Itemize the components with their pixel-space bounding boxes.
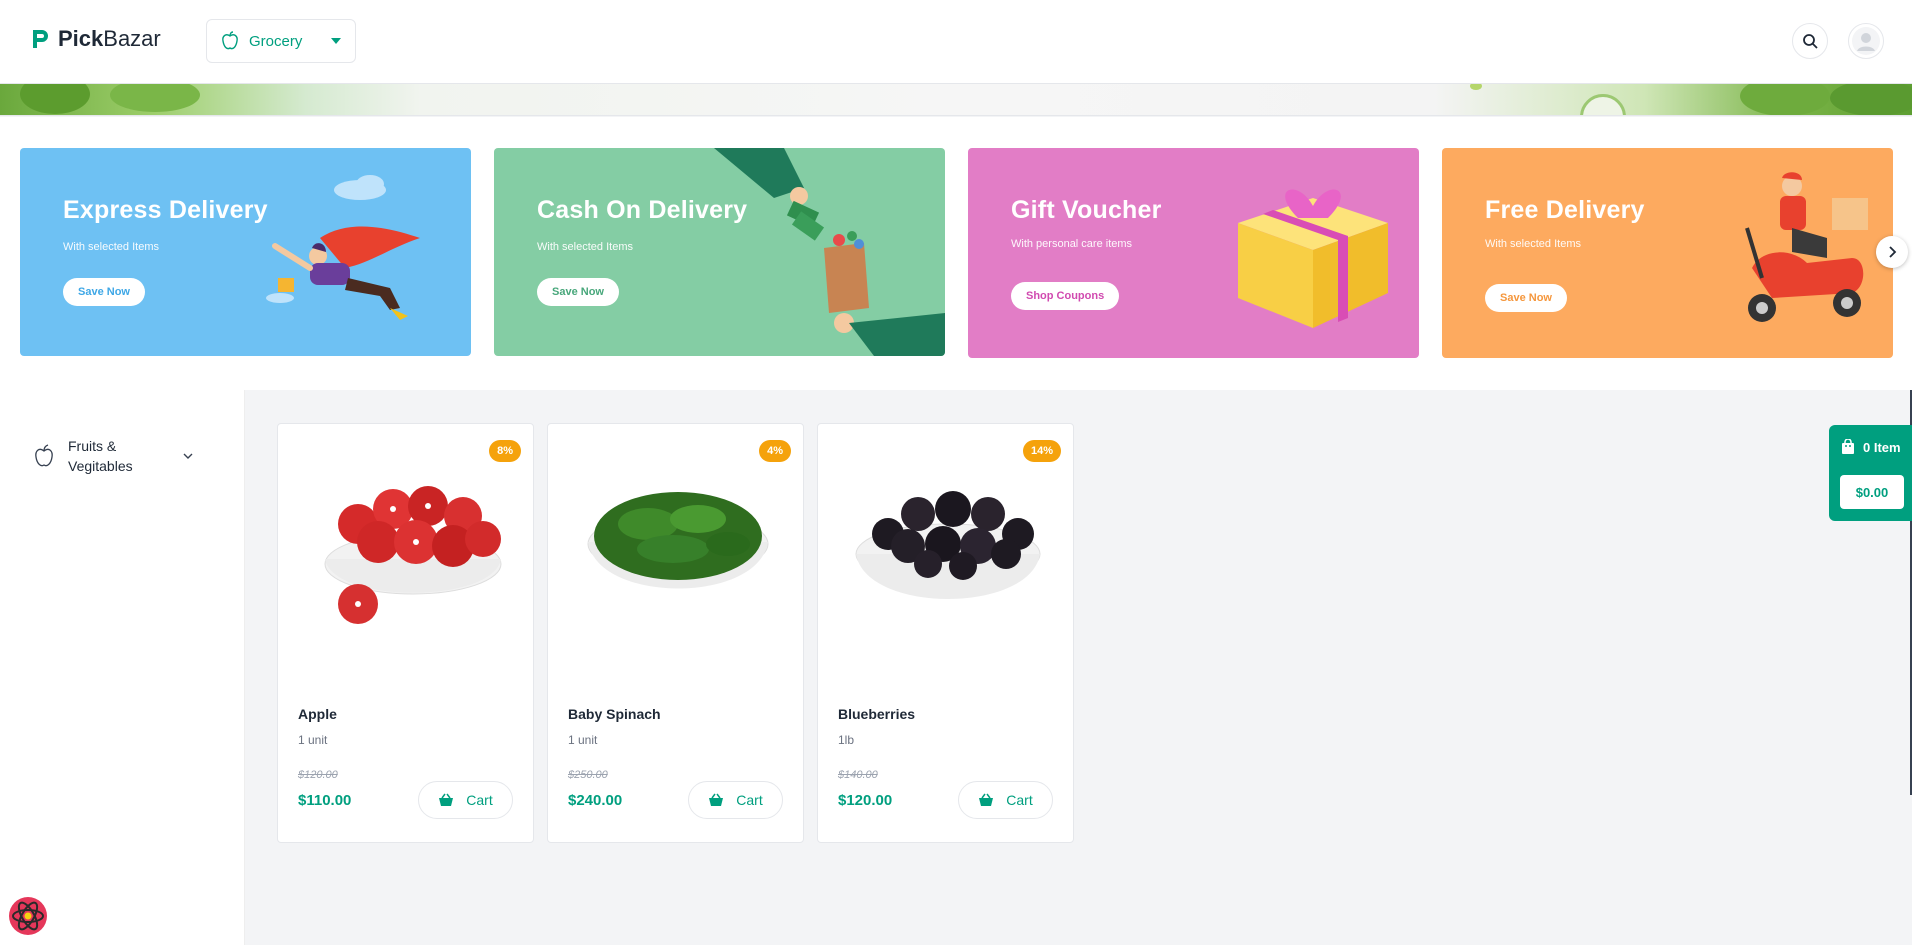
- lettuce-leaf-decoration: [20, 84, 90, 114]
- lettuce-leaf-decoration: [1830, 84, 1912, 115]
- product-card-blueberries[interactable]: 14% Blueberries 1lb $140.00 $120.00 Cart: [817, 423, 1074, 843]
- product-old-price: $120.00: [298, 769, 338, 781]
- promo-subtitle: With selected Items: [537, 241, 633, 253]
- save-now-button[interactable]: Save Now: [537, 278, 619, 306]
- promo-banner-gift-voucher[interactable]: Gift Voucher With personal care items Sh…: [968, 148, 1419, 358]
- lettuce-leaf-decoration: [110, 84, 200, 112]
- product-unit: 1 unit: [568, 733, 598, 747]
- cart-button-label: Cart: [1006, 792, 1033, 808]
- chevron-down-icon[interactable]: [182, 450, 194, 462]
- cart-items-label: 0 Item: [1863, 439, 1901, 455]
- add-to-cart-button[interactable]: Cart: [688, 781, 783, 819]
- product-old-price: $250.00: [568, 769, 608, 781]
- promo-banner-cash-on-delivery[interactable]: Cash On Delivery With selected Items Sav…: [494, 148, 945, 356]
- apple-outline-icon: [35, 444, 53, 467]
- promo-title: Gift Voucher: [1011, 196, 1162, 224]
- scooter-courier-illustration: [1745, 172, 1868, 322]
- hero-banner: [0, 84, 1912, 116]
- add-to-cart-button[interactable]: Cart: [958, 781, 1053, 819]
- promo-banner-express-delivery[interactable]: Express Delivery With selected Items Sav…: [20, 148, 471, 356]
- shop-type-dropdown[interactable]: Grocery: [206, 19, 356, 63]
- brand-logo[interactable]: PickBazar: [28, 26, 161, 52]
- shopping-bag-icon: [1842, 439, 1854, 454]
- chevron-right-icon: [1889, 246, 1897, 258]
- promo-title: Free Delivery: [1485, 196, 1645, 224]
- product-price: $240.00: [568, 792, 623, 809]
- superhero-courier-illustration: [266, 175, 420, 320]
- apple-product-image[interactable]: [298, 454, 515, 624]
- product-old-price: $140.00: [838, 769, 878, 781]
- blueberries-product-image[interactable]: [838, 454, 1055, 624]
- product-unit: 1lb: [838, 733, 855, 747]
- chevron-down-icon: [331, 38, 341, 44]
- cart-item-count: 0 Item: [1841, 439, 1901, 455]
- top-header: PickBazar Grocery: [0, 0, 1912, 84]
- cart-button-label: Cart: [466, 792, 493, 808]
- cart-total: $0.00: [1840, 475, 1904, 509]
- cash-handoff-illustration: [714, 148, 945, 356]
- lettuce-leaf-decoration: [1740, 84, 1830, 115]
- basket-icon: [709, 793, 724, 806]
- pickbazar-logo-icon: [33, 30, 48, 48]
- product-card-apple[interactable]: 8% Apple 1 unit $120.00 $110.00 Cart: [277, 423, 534, 843]
- promo-subtitle: With selected Items: [1485, 238, 1581, 250]
- user-avatar-button[interactable]: [1848, 23, 1884, 59]
- brand-name: PickBazar: [58, 26, 161, 51]
- product-price: $120.00: [838, 792, 893, 809]
- promo-subtitle: With personal care items: [1011, 238, 1133, 250]
- product-price: $110.00: [298, 792, 352, 809]
- sidebar-item-fruits-vegitables[interactable]: Fruits & Vegitables: [34, 436, 194, 476]
- product-unit: 1 unit: [298, 733, 328, 747]
- promo-carousel: Express Delivery With selected Items Sav…: [0, 117, 1912, 390]
- promo-banner-free-delivery[interactable]: Free Delivery With selected Items Save N…: [1442, 148, 1893, 358]
- save-now-button[interactable]: Save Now: [1485, 284, 1567, 312]
- sidebar-item-label: Fruits & Vegitables: [68, 438, 133, 474]
- search-button[interactable]: [1792, 23, 1828, 59]
- basket-icon: [979, 793, 994, 806]
- user-avatar-icon: [1852, 27, 1880, 55]
- product-card-baby-spinach[interactable]: 4% Baby Spinach 1 unit $250.00 $240.00 C…: [547, 423, 804, 843]
- promo-subtitle: With selected Items: [63, 241, 159, 253]
- category-sidebar: Fruits & Vegitables: [0, 390, 245, 945]
- promo-title: Express Delivery: [63, 196, 268, 224]
- save-now-button[interactable]: Save Now: [63, 278, 145, 306]
- shop-type-label: Grocery: [249, 32, 303, 50]
- basket-icon: [439, 793, 454, 806]
- cucumber-slice-decoration: [1580, 94, 1626, 115]
- product-name: Apple: [298, 706, 337, 722]
- react-devtools-icon[interactable]: [8, 896, 48, 936]
- product-name: Blueberries: [838, 706, 916, 722]
- add-to-cart-button[interactable]: Cart: [418, 781, 513, 819]
- product-name: Baby Spinach: [568, 706, 661, 722]
- shop-coupons-button[interactable]: Shop Coupons: [1011, 282, 1120, 310]
- cart-button-label: Cart: [736, 792, 763, 808]
- baby-spinach-product-image[interactable]: [568, 454, 785, 624]
- search-icon: [1803, 34, 1818, 49]
- carousel-next-button[interactable]: [1876, 236, 1908, 268]
- gift-box-illustration: [1238, 189, 1388, 328]
- floating-cart-button[interactable]: 0 Item $0.00: [1829, 425, 1912, 521]
- apple-icon: [222, 31, 238, 50]
- lime-slice-decoration: [1470, 84, 1482, 90]
